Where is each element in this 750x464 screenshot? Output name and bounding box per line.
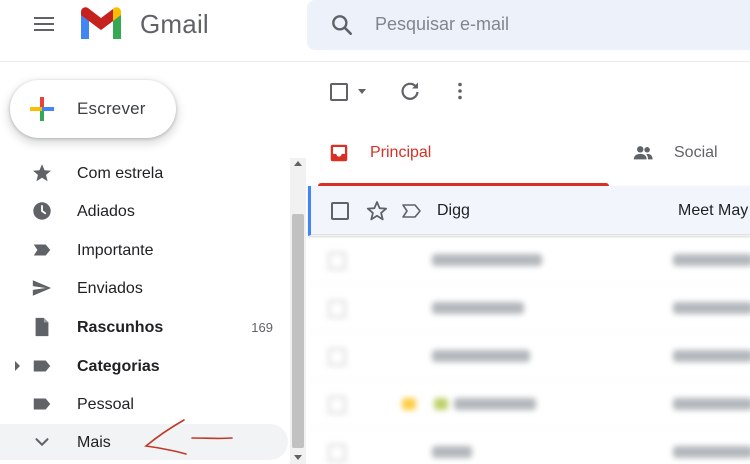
more-vert-icon[interactable]: [448, 79, 472, 103]
star-icon: [33, 164, 51, 182]
email-row[interactable]: Digg Meet May: [308, 186, 750, 236]
select-dropdown-icon[interactable]: [358, 89, 366, 94]
blurred-subject: [673, 254, 750, 266]
sidebar-item-label: Importante: [77, 242, 154, 259]
blurred-avatar: [434, 398, 448, 410]
plus-icon: [30, 97, 54, 121]
select-all-checkbox[interactable]: [330, 83, 348, 101]
star-outline-icon[interactable]: [365, 199, 389, 223]
blurred-email-row[interactable]: [308, 284, 750, 332]
blurred-email-row[interactable]: [308, 332, 750, 380]
row-checkbox[interactable]: [328, 348, 346, 366]
sidebar-item-snoozed[interactable]: Adiados: [0, 193, 290, 229]
sidebar-item-important[interactable]: Importante: [0, 232, 290, 268]
clock-icon: [33, 202, 51, 220]
search-input[interactable]: Pesquisar e-mail: [375, 14, 509, 35]
blurred-sender: [432, 350, 530, 362]
row-checkbox[interactable]: [328, 396, 346, 414]
main-menu-button[interactable]: [28, 10, 60, 38]
sidebar-item-sent[interactable]: Enviados: [0, 270, 290, 306]
gmail-logo-icon[interactable]: [78, 6, 124, 40]
blurred-subject: [673, 446, 750, 458]
email-list: Digg Meet May: [308, 186, 750, 464]
blurred-sender: [432, 302, 524, 314]
email-sender: Digg: [437, 202, 470, 219]
menu-icon-line: [34, 17, 54, 19]
gmail-wordmark[interactable]: Gmail: [140, 9, 209, 40]
expand-caret-icon[interactable]: [15, 361, 20, 371]
blurred-sender: [432, 446, 472, 458]
sidebar-item-label: Categorias: [77, 358, 160, 375]
refresh-icon[interactable]: [398, 79, 422, 103]
menu-icon-line: [34, 23, 54, 25]
label-important-icon: [33, 244, 51, 256]
tab-label: Social: [674, 144, 718, 161]
label-icon: [33, 398, 51, 410]
blurred-email-row[interactable]: [308, 428, 750, 464]
sidebar-item-label: Enviados: [77, 280, 143, 297]
blurred-important-marker: [402, 398, 416, 410]
tab-principal[interactable]: Principal: [318, 120, 609, 186]
people-icon: [633, 146, 653, 160]
label-icon: [33, 360, 51, 372]
draft-icon: [35, 317, 49, 337]
category-tabs: Principal Social: [308, 120, 750, 186]
blurred-email-row[interactable]: [308, 236, 750, 284]
top-bar: Gmail Pesquisar e-mail: [0, 0, 750, 62]
row-checkbox[interactable]: [331, 202, 349, 220]
menu-icon-line: [34, 29, 54, 31]
blurred-sender: [454, 398, 536, 410]
blurred-subject: [673, 398, 750, 410]
drafts-count-badge: 169: [251, 320, 273, 335]
blurred-sender: [432, 254, 542, 266]
sidebar-item-categories[interactable]: Categorias: [0, 348, 290, 384]
chevron-down-icon: [35, 438, 49, 447]
sidebar-item-drafts[interactable]: Rascunhos 169: [0, 309, 290, 345]
compose-label: Escrever: [77, 99, 146, 118]
sidebar-scrollbar[interactable]: [290, 158, 306, 464]
blurred-email-row[interactable]: [308, 380, 750, 428]
tab-label: Principal: [370, 144, 432, 161]
handwritten-arrow-annotation: [144, 419, 233, 455]
blurred-subject: [673, 350, 750, 362]
search-bar[interactable]: Pesquisar e-mail: [307, 0, 750, 50]
sidebar-item-starred[interactable]: Com estrela: [0, 155, 290, 191]
list-toolbar: [308, 62, 750, 120]
compose-button[interactable]: Escrever: [10, 80, 176, 138]
important-marker-icon[interactable]: [401, 201, 423, 221]
inbox-icon: [330, 144, 348, 162]
row-checkbox[interactable]: [328, 300, 346, 318]
scroll-down-arrow-icon[interactable]: [294, 455, 302, 460]
row-checkbox[interactable]: [328, 252, 346, 270]
email-subject: Meet May: [678, 202, 749, 219]
scroll-up-arrow-icon[interactable]: [294, 161, 302, 166]
scroll-thumb[interactable]: [292, 214, 304, 448]
send-icon: [32, 280, 52, 296]
tab-social[interactable]: Social: [628, 120, 750, 186]
sidebar-item-label: Com estrela: [77, 165, 164, 182]
blurred-subject: [673, 302, 750, 314]
sidebar-item-label: Adiados: [77, 203, 135, 220]
sidebar-item-label: Pessoal: [77, 396, 134, 413]
search-icon[interactable]: [329, 12, 355, 38]
sidebar-item-label: Rascunhos: [77, 319, 164, 336]
sidebar-item-label: Mais: [77, 434, 111, 451]
row-checkbox[interactable]: [328, 444, 346, 462]
